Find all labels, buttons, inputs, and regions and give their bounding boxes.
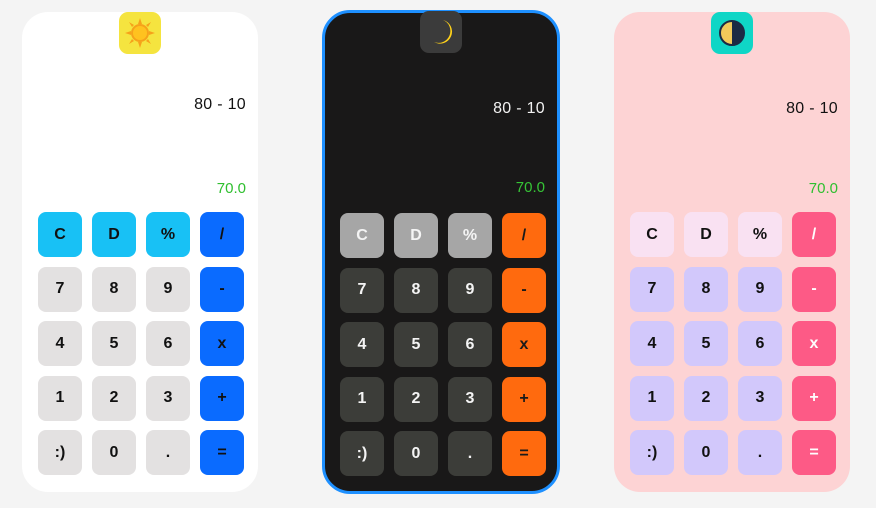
digit-1-button[interactable]: 1 bbox=[340, 376, 384, 422]
digit-6-button[interactable]: 6 bbox=[448, 322, 492, 367]
digit-9-button[interactable]: 9 bbox=[448, 267, 492, 313]
keypad: C D % / 7 8 9 - 4 5 6 x 1 2 3 + :) 0 . = bbox=[340, 213, 546, 476]
digit-7-button[interactable]: 7 bbox=[630, 266, 674, 312]
subtract-button[interactable]: - bbox=[792, 266, 836, 312]
digit-1-button[interactable]: 1 bbox=[630, 375, 674, 421]
percent-button[interactable]: % bbox=[146, 212, 190, 257]
calculator-dark: 80 - 10 70.0 C D % / 7 8 9 - 4 5 6 x 1 2… bbox=[322, 10, 560, 494]
digit-2-button[interactable]: 2 bbox=[684, 375, 728, 421]
subtract-button[interactable]: - bbox=[200, 266, 244, 312]
digit-2-button[interactable]: 2 bbox=[394, 376, 438, 422]
equals-button[interactable]: = bbox=[502, 431, 546, 476]
multiply-button[interactable]: x bbox=[792, 321, 836, 366]
calculator-pink: 80 - 10 70.0 C D % / 7 8 9 - 4 5 6 x 1 2… bbox=[614, 12, 850, 492]
result-display: 70.0 bbox=[515, 179, 545, 196]
equals-button[interactable]: = bbox=[200, 430, 244, 475]
theme-toggle-button[interactable] bbox=[420, 11, 462, 53]
theme-toggle-button[interactable] bbox=[119, 12, 161, 54]
result-display: 70.0 bbox=[216, 180, 246, 197]
digit-3-button[interactable]: 3 bbox=[146, 375, 190, 421]
decimal-button[interactable]: . bbox=[448, 431, 492, 476]
digit-9-button[interactable]: 9 bbox=[146, 266, 190, 312]
expression-display: 80 - 10 bbox=[786, 100, 838, 117]
digit-0-button[interactable]: 0 bbox=[394, 431, 438, 476]
expression-display: 80 - 10 bbox=[493, 100, 545, 117]
add-button[interactable]: + bbox=[502, 376, 546, 422]
smiley-button[interactable]: :) bbox=[340, 431, 384, 476]
digit-4-button[interactable]: 4 bbox=[38, 321, 82, 366]
digit-0-button[interactable]: 0 bbox=[92, 430, 136, 475]
decimal-button[interactable]: . bbox=[146, 430, 190, 475]
digit-3-button[interactable]: 3 bbox=[448, 376, 492, 422]
multiply-button[interactable]: x bbox=[200, 321, 244, 366]
delete-button[interactable]: D bbox=[394, 213, 438, 258]
multiply-button[interactable]: x bbox=[502, 322, 546, 367]
digit-8-button[interactable]: 8 bbox=[394, 267, 438, 313]
digit-8-button[interactable]: 8 bbox=[684, 266, 728, 312]
delete-button[interactable]: D bbox=[92, 212, 136, 257]
add-button[interactable]: + bbox=[792, 375, 836, 421]
delete-button[interactable]: D bbox=[684, 212, 728, 257]
divide-button[interactable]: / bbox=[200, 212, 244, 257]
digit-5-button[interactable]: 5 bbox=[684, 321, 728, 366]
digit-3-button[interactable]: 3 bbox=[738, 375, 782, 421]
theme-toggle-button[interactable] bbox=[711, 12, 753, 54]
moon-icon bbox=[434, 20, 453, 44]
equals-button[interactable]: = bbox=[792, 430, 836, 475]
digit-9-button[interactable]: 9 bbox=[738, 266, 782, 312]
add-button[interactable]: + bbox=[200, 375, 244, 421]
expression-display: 80 - 10 bbox=[194, 96, 246, 113]
digit-4-button[interactable]: 4 bbox=[630, 321, 674, 366]
smiley-button[interactable]: :) bbox=[38, 430, 82, 475]
keypad: C D % / 7 8 9 - 4 5 6 x 1 2 3 + :) 0 . = bbox=[38, 212, 244, 475]
clear-button[interactable]: C bbox=[630, 212, 674, 257]
digit-7-button[interactable]: 7 bbox=[340, 267, 384, 313]
subtract-button[interactable]: - bbox=[502, 267, 546, 313]
clear-button[interactable]: C bbox=[38, 212, 82, 257]
result-display: 70.0 bbox=[808, 180, 838, 197]
digit-8-button[interactable]: 8 bbox=[92, 266, 136, 312]
decimal-button[interactable]: . bbox=[738, 430, 782, 475]
digit-0-button[interactable]: 0 bbox=[684, 430, 728, 475]
percent-button[interactable]: % bbox=[738, 212, 782, 257]
digit-6-button[interactable]: 6 bbox=[738, 321, 782, 366]
clear-button[interactable]: C bbox=[340, 213, 384, 258]
digit-2-button[interactable]: 2 bbox=[92, 375, 136, 421]
half-moon-icon bbox=[719, 20, 745, 46]
smiley-button[interactable]: :) bbox=[630, 430, 674, 475]
divide-button[interactable]: / bbox=[502, 213, 546, 258]
divide-button[interactable]: / bbox=[792, 212, 836, 257]
digit-7-button[interactable]: 7 bbox=[38, 266, 82, 312]
digit-5-button[interactable]: 5 bbox=[394, 322, 438, 367]
digit-6-button[interactable]: 6 bbox=[146, 321, 190, 366]
sun-icon bbox=[125, 18, 155, 48]
keypad: C D % / 7 8 9 - 4 5 6 x 1 2 3 + :) 0 . = bbox=[630, 212, 836, 475]
digit-5-button[interactable]: 5 bbox=[92, 321, 136, 366]
percent-button[interactable]: % bbox=[448, 213, 492, 258]
calculator-light: 80 - 10 70.0 C D % / 7 8 9 - 4 5 6 x 1 2… bbox=[22, 12, 258, 492]
digit-1-button[interactable]: 1 bbox=[38, 375, 82, 421]
digit-4-button[interactable]: 4 bbox=[340, 322, 384, 367]
